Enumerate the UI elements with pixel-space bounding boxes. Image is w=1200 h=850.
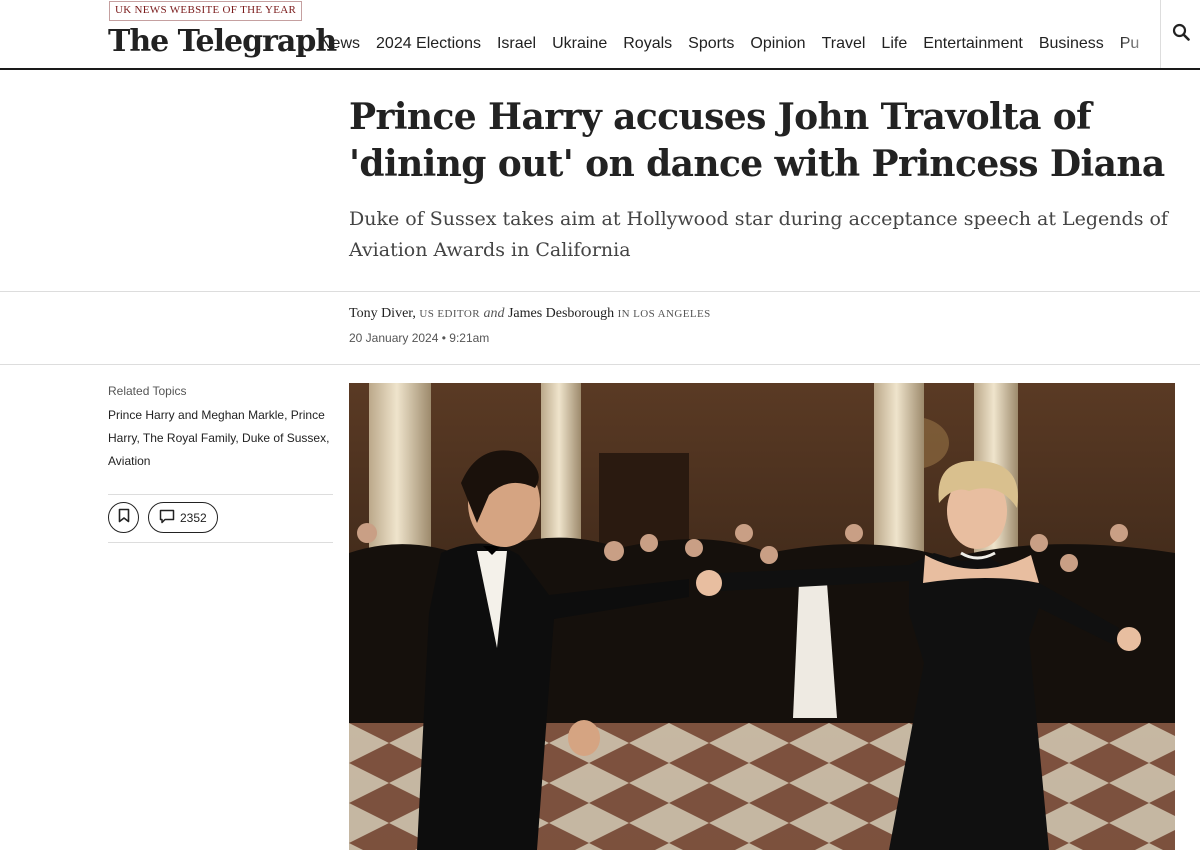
related-topics-list: Prince Harry and Meghan Markle, Prince H… [108,408,330,468]
nav-item-news[interactable]: News [312,24,368,64]
comment-icon [159,509,175,527]
nav-item-sports[interactable]: Sports [680,24,742,64]
masthead-logo[interactable]: The Telegraph [108,22,337,62]
comments-button[interactable]: 2352 [148,502,218,533]
byline: Tony Diver, US EDITOR and James Desborou… [349,306,1169,322]
search-icon [1172,23,1190,46]
comment-count: 2352 [180,510,207,525]
divider [0,364,1200,365]
nav-item-2024-elections[interactable]: 2024 Elections [368,24,489,64]
article-headline: Prince Harry accuses John Travolta of 'd… [349,96,1165,185]
nav-item-entertainment[interactable]: Entertainment [915,24,1031,64]
byline-conjunction: and [483,306,505,321]
publish-date: 20 January 2024 • 9:21am [349,331,490,345]
related-topic-link[interactable]: Duke of Sussex [242,431,326,445]
divider [108,542,333,543]
divider [108,494,333,495]
nav-item-royals[interactable]: Royals [615,24,680,64]
nav-item-business[interactable]: Business [1031,24,1112,64]
nav-item-ukraine[interactable]: Ukraine [544,24,615,64]
nav-overflow-fade [1120,24,1160,64]
nav-item-life[interactable]: Life [873,24,915,64]
nav-item-israel[interactable]: Israel [489,24,544,64]
bookmark-icon [118,508,130,528]
nav-item-travel[interactable]: Travel [814,24,874,64]
nav-item-opinion[interactable]: Opinion [742,24,813,64]
related-topics-heading: Related Topics [108,384,187,398]
award-badge[interactable]: UK NEWS WEBSITE OF THE YEAR [109,1,303,21]
main-nav: News 2024 Elections Israel Ukraine Royals Spo… [312,24,1160,64]
author-link-james-desborough[interactable]: James Desborough [508,306,614,321]
search-button[interactable] [1160,0,1200,68]
author-location: IN LOS ANGELES [617,308,711,320]
article-standfirst: Duke of Sussex takes aim at Hollywood st… [349,208,1168,261]
related-topic-link[interactable]: Prince Harry and Meghan Markle [108,408,284,422]
related-topic-link[interactable]: The Royal Family [143,431,235,445]
article-hero-photo[interactable] [349,383,1175,850]
divider [0,291,1200,292]
related-topic-link[interactable]: Aviation [108,454,150,468]
author-link-tony-diver[interactable]: Tony Diver, [349,306,416,321]
author-role: US EDITOR [419,308,480,320]
site-header: UK NEWS WEBSITE OF THE YEAR The Telegrap… [0,0,1200,70]
bookmark-button[interactable] [108,502,139,533]
